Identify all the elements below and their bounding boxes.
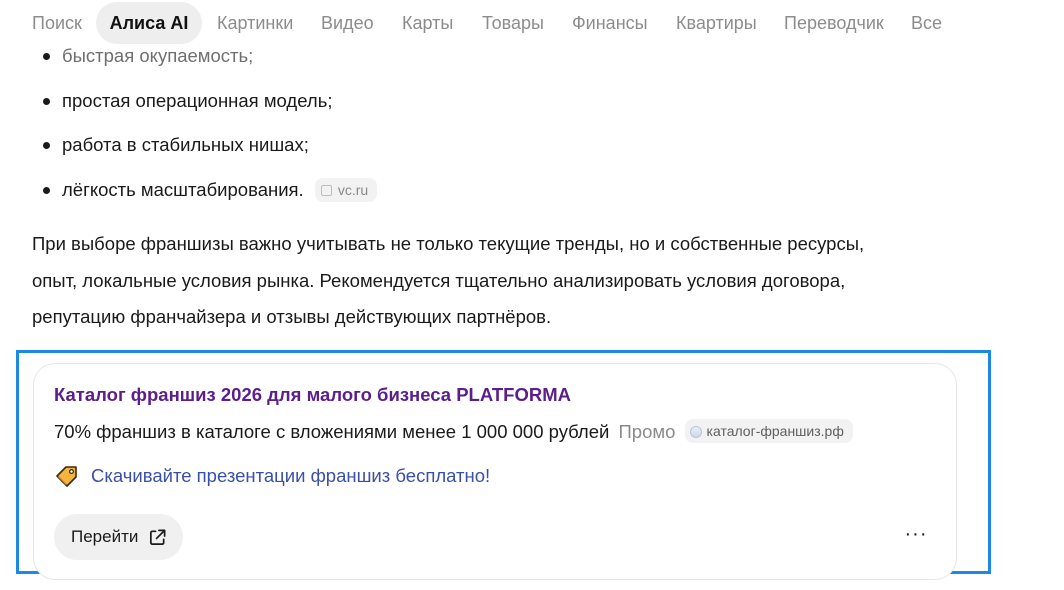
bullet-text: быстрая окупаемость; bbox=[62, 45, 254, 66]
price-tag-icon bbox=[56, 466, 77, 487]
paragraph-line: При выборе франшизы важно учитывать не т… bbox=[32, 233, 865, 254]
tab-translator[interactable]: Переводчик bbox=[784, 10, 884, 36]
tab-apartments[interactable]: Квартиры bbox=[676, 10, 757, 36]
more-options-button[interactable]: ··· bbox=[899, 524, 933, 550]
bullet-dot bbox=[43, 142, 50, 149]
bullet-text: лёгкость масштабирования. bbox=[62, 179, 304, 200]
ad-domain: каталог-франшиз.рф bbox=[706, 423, 844, 440]
source-icon bbox=[320, 185, 332, 197]
bullet-dot bbox=[43, 187, 50, 194]
ad-description-text: 70% франшиз в каталоге с вложениями мене… bbox=[54, 421, 610, 442]
ad-title-link[interactable]: Каталог франшиз 2026 для малого бизнеса … bbox=[54, 382, 571, 408]
tab-products[interactable]: Товары bbox=[482, 10, 544, 36]
tab-search[interactable]: Поиск bbox=[32, 10, 82, 36]
domain-favicon-icon bbox=[689, 426, 702, 439]
go-button-label: Перейти bbox=[71, 527, 139, 546]
bullet-dot bbox=[43, 53, 50, 60]
tab-all[interactable]: Все bbox=[911, 10, 942, 36]
source-label: vc.ru bbox=[337, 182, 369, 199]
tab-images[interactable]: Картинки bbox=[217, 10, 293, 36]
bullet-text: работа в стабильных нишах; bbox=[62, 134, 309, 155]
promo-label: Промо bbox=[618, 421, 676, 442]
tab-maps[interactable]: Карты bbox=[402, 10, 453, 36]
paragraph-line: опыт, локальные условия рынка. Рекоменду… bbox=[32, 269, 846, 291]
answer-paragraph: При выборе франшизы важно учитывать не т… bbox=[32, 226, 992, 336]
tab-video[interactable]: Видео bbox=[321, 10, 374, 36]
bullet-text: простая операционная модель; bbox=[62, 90, 333, 111]
external-link-icon bbox=[150, 529, 166, 545]
source-chip[interactable]: vc.ru bbox=[314, 178, 378, 203]
bullet-dot bbox=[43, 98, 50, 105]
ad-card[interactable]: Каталог франшиз 2026 для малого бизнеса … bbox=[33, 363, 957, 580]
tab-finance[interactable]: Финансы bbox=[572, 10, 648, 36]
ad-domain-chip[interactable]: каталог-франшиз.рф bbox=[684, 419, 853, 444]
go-button[interactable]: Перейти bbox=[54, 514, 184, 560]
ad-sitelink[interactable]: Скачивайте презентации франшиз бесплатно… bbox=[91, 462, 490, 490]
paragraph-line: репутацию франчайзера и отзывы действующ… bbox=[32, 306, 552, 327]
bullet-text-with-source: лёгкость масштабирования. vc.ru bbox=[62, 176, 378, 204]
tab-alice-ai[interactable]: Алиса AI bbox=[96, 2, 202, 44]
search-tabs: Поиск Алиса AI Картинки Видео Карты Това… bbox=[0, 0, 1064, 46]
ad-description: 70% франшиз в каталоге с вложениями мене… bbox=[54, 419, 853, 445]
